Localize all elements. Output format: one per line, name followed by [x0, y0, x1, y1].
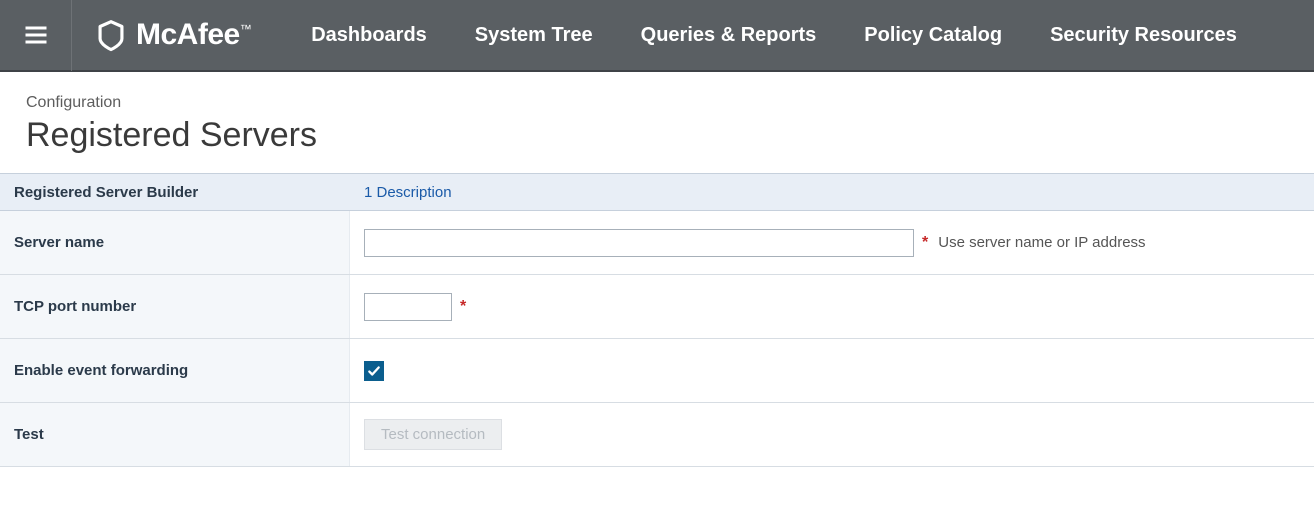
top-navbar: McAfee™ Dashboards System Tree Queries &…: [0, 0, 1314, 72]
shield-icon: [96, 18, 126, 52]
label-server-name: Server name: [0, 211, 350, 274]
nav-policy-catalog[interactable]: Policy Catalog: [864, 24, 1002, 47]
label-test: Test: [0, 403, 350, 466]
nav-queries-reports[interactable]: Queries & Reports: [641, 24, 817, 47]
row-server-name: Server name * Use server name or IP addr…: [0, 211, 1314, 275]
label-tcp-port: TCP port number: [0, 275, 350, 338]
menu-toggle[interactable]: [0, 0, 72, 71]
required-indicator: *: [460, 298, 466, 316]
hamburger-icon: [22, 21, 50, 49]
builder-title: Registered Server Builder: [0, 184, 350, 201]
check-icon: [367, 364, 381, 378]
nav-system-tree[interactable]: System Tree: [475, 24, 593, 47]
row-enable-forwarding: Enable event forwarding: [0, 339, 1314, 403]
brand-name: McAfee™: [136, 18, 251, 52]
tcp-port-input[interactable]: [364, 293, 452, 321]
label-enable-forwarding: Enable event forwarding: [0, 339, 350, 402]
breadcrumb: Configuration: [26, 94, 1314, 112]
row-tcp-port: TCP port number *: [0, 275, 1314, 339]
nav-dashboards[interactable]: Dashboards: [311, 24, 427, 47]
page-title: Registered Servers: [26, 116, 1314, 155]
brand-logo[interactable]: McAfee™: [72, 0, 281, 71]
server-name-hint: Use server name or IP address: [938, 234, 1145, 251]
required-indicator: *: [922, 234, 928, 252]
nav-security-resources[interactable]: Security Resources: [1050, 24, 1237, 47]
builder-bar: Registered Server Builder 1 Description: [0, 173, 1314, 211]
builder-step-description[interactable]: 1 Description: [350, 184, 452, 201]
nav-items: Dashboards System Tree Queries & Reports…: [311, 24, 1237, 47]
server-name-input[interactable]: [364, 229, 914, 257]
test-connection-button[interactable]: Test connection: [364, 419, 502, 450]
page-header: Configuration Registered Servers: [0, 72, 1314, 173]
enable-forwarding-checkbox[interactable]: [364, 361, 384, 381]
row-test: Test Test connection: [0, 403, 1314, 467]
